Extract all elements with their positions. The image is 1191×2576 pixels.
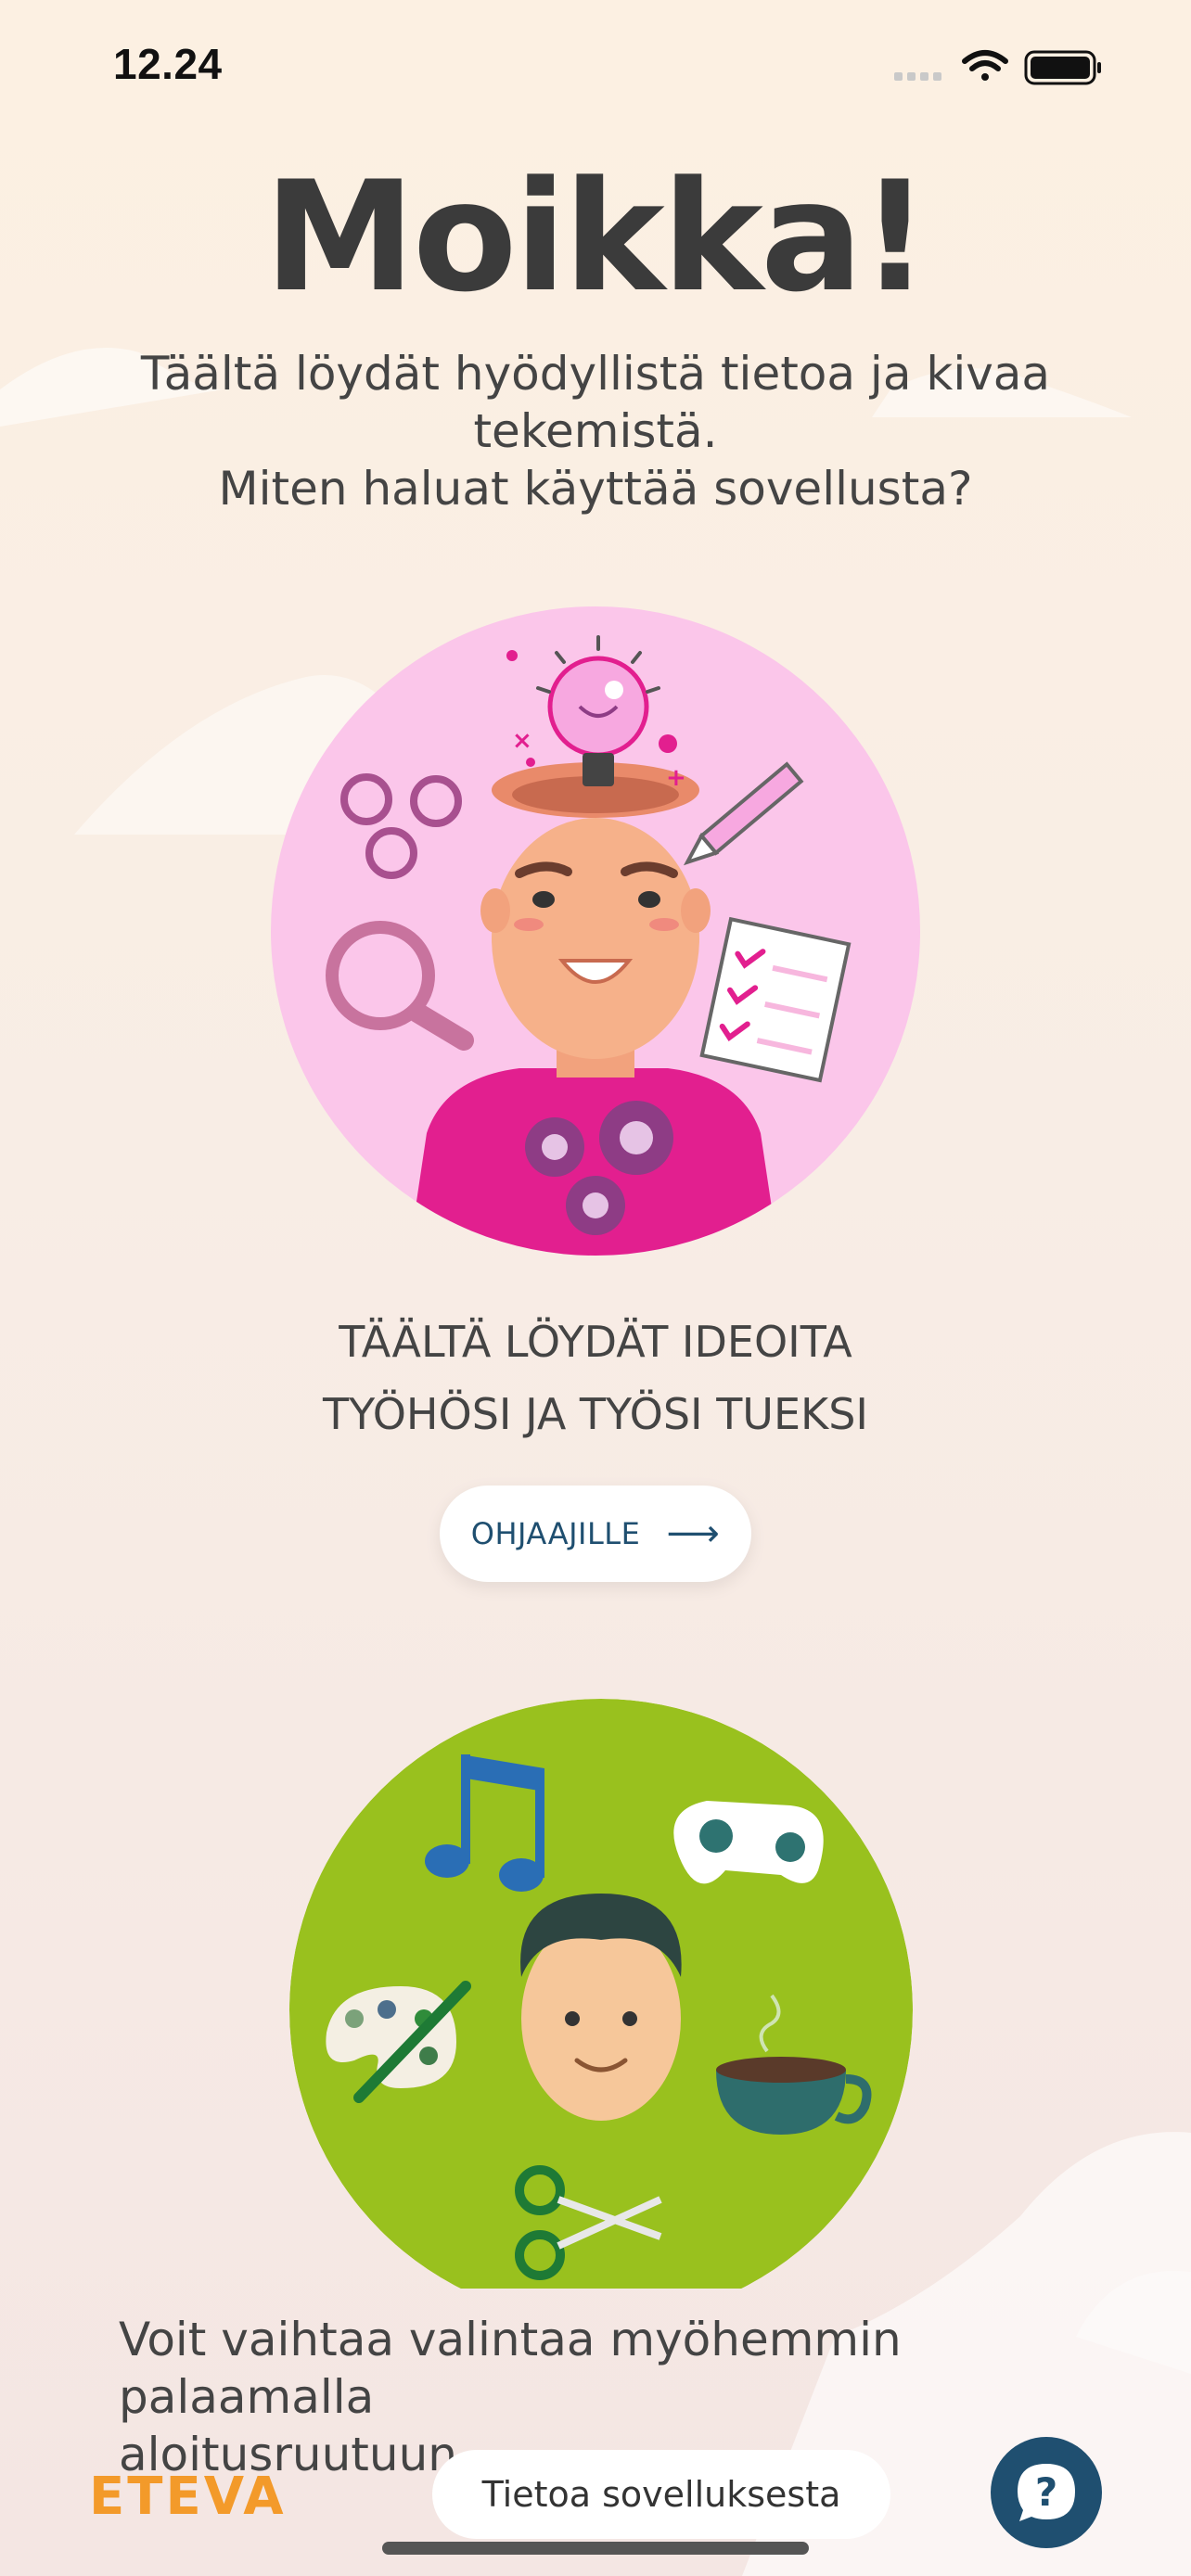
page-title: Moikka! bbox=[263, 148, 930, 325]
person-face bbox=[520, 1894, 682, 2121]
caption-line: TÄÄLTÄ LÖYDÄT IDEOITA bbox=[339, 1317, 852, 1367]
svg-text:?: ? bbox=[1035, 2469, 1057, 2515]
intro-text: Täältä löydät hyödyllistä tietoa ja kiva… bbox=[93, 345, 1098, 517]
svg-text:×: × bbox=[512, 727, 532, 755]
supervisors-button[interactable]: OHJAAJILLE ⟶ bbox=[440, 1486, 751, 1582]
svg-text:+: + bbox=[666, 764, 686, 792]
cellular-signal-icon bbox=[894, 72, 941, 81]
game-controller-icon bbox=[673, 1801, 824, 1884]
intro-line: tekemistä. bbox=[473, 404, 718, 458]
supervisor-caption: TÄÄLTÄ LÖYDÄT IDEOITA TYÖHÖSI JA TYÖSI T… bbox=[0, 1306, 1191, 1450]
supervisors-button-label: OHJAAJILLE bbox=[470, 1516, 641, 1551]
eteva-logo: ETEVA bbox=[89, 2467, 287, 2527]
question-bubble-icon: ? bbox=[1018, 2464, 1075, 2521]
battery-icon bbox=[1024, 50, 1101, 85]
home-indicator bbox=[382, 2542, 809, 2555]
app-info-button-label: Tietoa sovelluksesta bbox=[481, 2474, 841, 2515]
caption-line: TYÖHÖSI JA TYÖSI TUEKSI bbox=[323, 1389, 868, 1439]
supervisor-illustration[interactable]: × + bbox=[269, 605, 922, 1257]
person-head bbox=[492, 818, 699, 1059]
help-button[interactable]: ? bbox=[991, 2437, 1102, 2548]
arrow-right-icon: ⟶ bbox=[666, 1512, 721, 1555]
intro-line: Miten haluat käyttää sovellusta? bbox=[218, 462, 973, 516]
status-bar: 12.24 bbox=[0, 0, 1191, 130]
status-time: 12.24 bbox=[113, 40, 223, 88]
status-icons bbox=[894, 50, 1101, 85]
leisure-illustration[interactable] bbox=[289, 1699, 913, 2289]
hint-line: Voit vaihtaa valintaa myöhemmin palaamal… bbox=[119, 2313, 902, 2424]
checklist-icon bbox=[699, 916, 852, 1083]
app-info-button[interactable]: Tietoa sovelluksesta bbox=[432, 2450, 890, 2539]
wifi-icon bbox=[962, 50, 1008, 81]
intro-line: Täältä löydät hyödyllistä tietoa ja kiva… bbox=[140, 347, 1051, 401]
